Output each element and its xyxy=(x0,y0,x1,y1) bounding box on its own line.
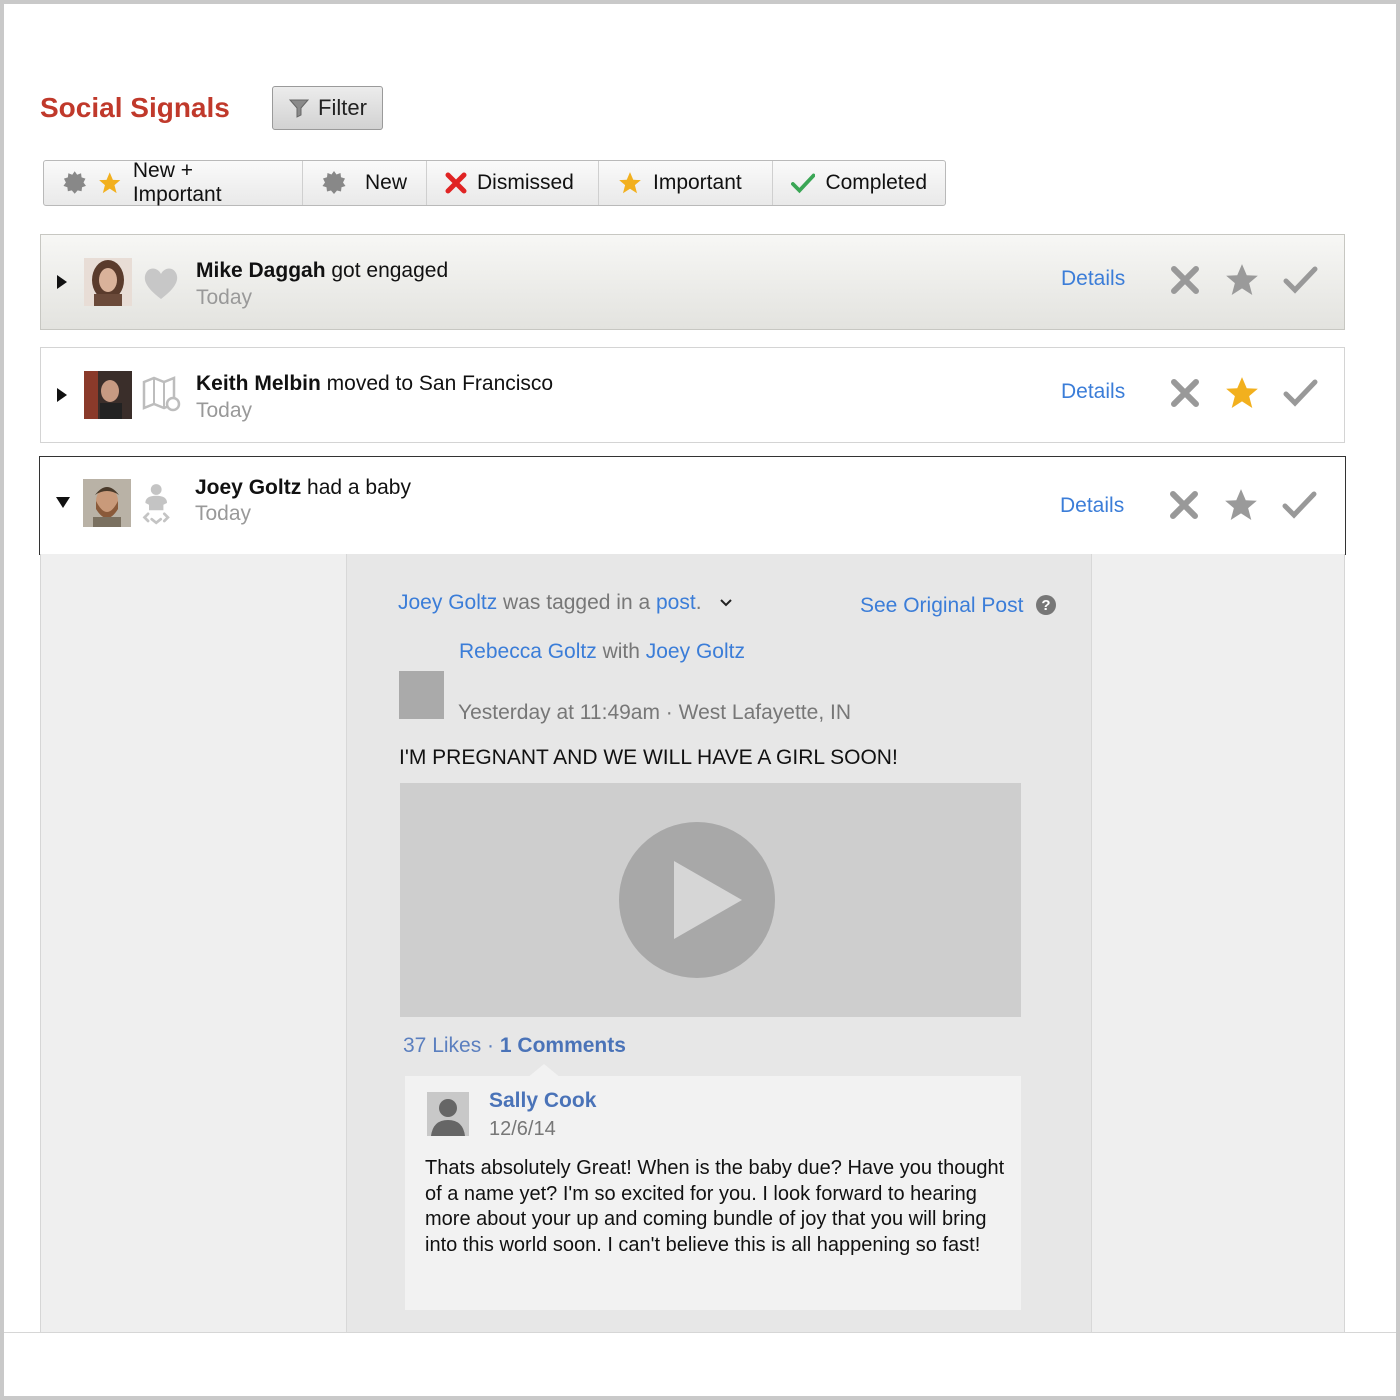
post-author-link[interactable]: Rebecca Goltz xyxy=(459,640,597,663)
signal-time: Today xyxy=(195,502,252,525)
tab-label: Completed xyxy=(825,171,927,194)
star-icon[interactable] xyxy=(1223,261,1261,299)
comment-date: 12/6/14 xyxy=(489,1118,556,1140)
contact-name: Joey Goltz xyxy=(195,476,302,499)
check-icon xyxy=(791,173,816,194)
signal-time: Today xyxy=(196,399,253,422)
see-original-post-link[interactable]: See Original Post xyxy=(860,594,1023,618)
event-text: got engaged xyxy=(325,259,449,282)
x-icon xyxy=(445,172,467,194)
likes-link[interactable]: 37 Likes xyxy=(403,1034,481,1057)
complete-check-icon[interactable] xyxy=(1280,486,1318,524)
dismiss-icon[interactable] xyxy=(1165,486,1203,524)
tab-label: Important xyxy=(653,171,742,194)
star-icon xyxy=(99,172,121,194)
signal-time: Today xyxy=(196,286,253,309)
star-icon[interactable] xyxy=(1222,486,1260,524)
post-message: I'M PREGNANT AND WE WILL HAVE A GIRL SOO… xyxy=(399,746,898,769)
signal-event: Keith Melbin moved to San Francisco xyxy=(196,372,553,396)
signal-tabs: New + Important New Dismissed Important … xyxy=(43,159,946,206)
post-tag-line: Joey Goltz was tagged in a post. xyxy=(398,591,702,614)
contact-name: Mike Daggah xyxy=(196,259,326,282)
signal-row[interactable]: Mike Daggah got engaged Today Details xyxy=(40,234,1345,330)
with-name-link[interactable]: Joey Goltz xyxy=(646,640,745,663)
post-author-line: Rebecca Goltz with Joey Goltz xyxy=(459,640,745,663)
expand-arrow-icon[interactable] xyxy=(57,275,67,289)
star-icon[interactable] xyxy=(1223,374,1261,412)
tab-label: New xyxy=(365,171,408,194)
filter-button[interactable]: Filter xyxy=(272,86,383,130)
expand-arrow-icon[interactable] xyxy=(57,388,67,402)
dismiss-icon[interactable] xyxy=(1166,374,1204,412)
tab-label: New + Important xyxy=(132,159,222,206)
play-icon[interactable] xyxy=(618,821,776,979)
svg-text:?: ? xyxy=(1041,597,1050,614)
comments-link[interactable]: 1 Comments xyxy=(500,1034,626,1057)
video-player[interactable] xyxy=(400,783,1021,1017)
tab-new[interactable]: New xyxy=(303,161,427,205)
filter-button-label: Filter xyxy=(318,95,367,120)
help-icon[interactable]: ? xyxy=(1035,594,1057,616)
complete-check-icon[interactable] xyxy=(1281,261,1319,299)
post-link[interactable]: post xyxy=(656,591,696,614)
post-card: Joey Goltz was tagged in a post. See Ori… xyxy=(346,554,1092,1332)
tab-important[interactable]: Important xyxy=(599,161,773,205)
tab-completed[interactable]: Completed xyxy=(773,161,945,205)
signal-row[interactable]: Joey Goltz had a baby Today Details xyxy=(39,456,1346,555)
details-link[interactable]: Details xyxy=(1061,267,1125,291)
badge-icon xyxy=(322,171,346,194)
heart-icon xyxy=(144,268,178,299)
event-text: had a baby xyxy=(301,476,411,499)
tagged-name-link[interactable]: Joey Goltz xyxy=(398,591,497,614)
dismiss-icon[interactable] xyxy=(1166,261,1204,299)
signal-row[interactable]: Keith Melbin moved to San Francisco Toda… xyxy=(40,347,1345,443)
signal-event: Mike Daggah got engaged xyxy=(196,259,448,283)
details-link[interactable]: Details xyxy=(1061,380,1125,404)
tab-new-important[interactable]: New + Important xyxy=(44,159,303,206)
collapse-arrow-icon[interactable] xyxy=(56,497,70,508)
post-stats: 37 Likes · 1 Comments xyxy=(403,1034,626,1057)
tag-text: was tagged in a xyxy=(497,591,656,614)
comment-text: Thats absolutely Great! When is the baby… xyxy=(425,1157,1005,1256)
comment-author-link[interactable]: Sally Cook xyxy=(489,1089,596,1113)
event-text: moved to San Francisco xyxy=(320,372,554,395)
signal-event: Joey Goltz had a baby xyxy=(195,476,411,500)
baby-icon xyxy=(142,484,170,525)
user-silhouette-icon xyxy=(427,1092,469,1136)
avatar xyxy=(83,479,131,527)
post-meta: Yesterday at 11:49am · West Lafayette, I… xyxy=(458,701,851,724)
avatar xyxy=(84,371,132,419)
avatar xyxy=(84,258,132,306)
badge-icon xyxy=(63,171,86,194)
comment-box: Sally Cook 12/6/14 Thats absolutely Grea… xyxy=(405,1076,1021,1310)
chevron-down-icon[interactable] xyxy=(719,598,733,608)
contact-name: Keith Melbin xyxy=(196,372,321,395)
complete-check-icon[interactable] xyxy=(1281,374,1319,412)
divider xyxy=(4,1332,1396,1333)
star-icon xyxy=(619,172,641,194)
tab-dismissed[interactable]: Dismissed xyxy=(427,161,599,205)
funnel-icon xyxy=(288,99,310,118)
details-link[interactable]: Details xyxy=(1060,494,1124,518)
tab-label: Dismissed xyxy=(477,171,574,194)
post-author-avatar xyxy=(399,671,444,719)
page-title: Social Signals xyxy=(40,92,230,123)
map-pin-icon xyxy=(142,376,181,412)
